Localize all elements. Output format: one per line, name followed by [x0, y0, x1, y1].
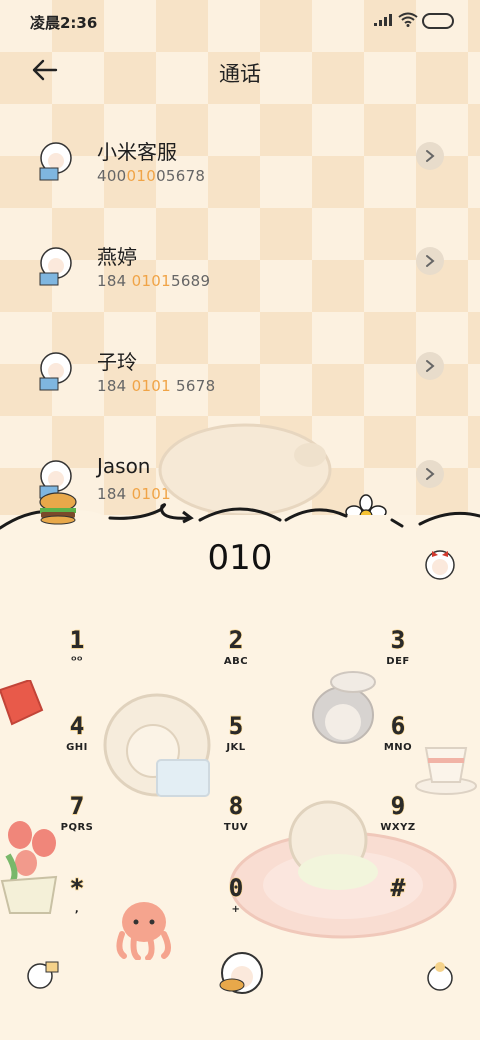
wifi-icon — [398, 12, 418, 27]
contact-name: 小米客服 — [97, 140, 177, 164]
contact-row[interactable]: 小米客服 40001005678 — [0, 140, 480, 220]
dial-key-digit: 3 — [390, 625, 406, 654]
dial-key-digit: 5 — [228, 711, 244, 740]
dial-key-letters: + — [231, 904, 241, 915]
number-match: 010 — [126, 167, 157, 185]
contact-name: Jason — [97, 454, 151, 478]
sheep-avatar-icon — [39, 247, 72, 286]
dial-key-digit: 8 — [228, 791, 244, 820]
dial-key-letters: DEF — [386, 656, 410, 667]
dial-key-letters: WXYZ — [380, 822, 416, 833]
number-match: 0101 — [131, 377, 171, 395]
number-prefix: 184 — [97, 272, 132, 290]
chevron-right-icon — [426, 150, 435, 162]
dial-input[interactable]: 010 — [0, 538, 480, 578]
dial-key-digit: 6 — [390, 711, 406, 740]
contact-number: 40001005678 — [97, 167, 205, 185]
dial-key-digit: 7 — [69, 791, 85, 820]
signal-icon — [374, 14, 392, 26]
dial-key[interactable]: 3 DEF — [353, 625, 443, 696]
contact-name: 子玲 — [97, 350, 137, 374]
dial-key-digit: 0 — [228, 873, 244, 902]
contact-row[interactable]: 燕婷 184 01015689 — [0, 245, 480, 325]
wavy-divider — [0, 492, 480, 540]
dial-key-digit: 9 — [390, 791, 406, 820]
dial-key-digit: 4 — [69, 711, 85, 740]
contact-number: 184 0101 5678 — [97, 377, 215, 395]
dial-key-letters: JKL — [226, 742, 246, 753]
dial-key[interactable]: # — [353, 873, 443, 944]
number-prefix: 400 — [97, 167, 127, 185]
dial-key-letters: GHI — [66, 742, 88, 753]
detail-button[interactable] — [416, 247, 444, 275]
chevron-right-icon — [426, 468, 435, 480]
number-suffix: 5689 — [170, 272, 211, 290]
dial-key[interactable]: 4 GHI — [32, 711, 122, 782]
call-sheep-button[interactable] — [210, 945, 274, 1001]
sheep-avatar-icon — [39, 352, 72, 391]
number-suffix: 05678 — [156, 167, 206, 185]
dial-key-digit: # — [390, 873, 406, 902]
contact-number: 184 01015689 — [97, 272, 210, 290]
status-time: 凌晨2:36 — [30, 14, 98, 32]
dial-key[interactable]: 9 WXYZ — [353, 791, 443, 862]
number-prefix: 184 — [97, 377, 132, 395]
dial-key-letters: ᴼᴼ — [71, 656, 83, 667]
burger-icon — [39, 492, 77, 525]
status-bar: 凌晨2:36 — [0, 0, 480, 44]
dial-key[interactable]: 1 ᴼᴼ — [32, 625, 122, 696]
dial-key-letters: MNO — [383, 742, 413, 753]
results-panel: 凌晨2:36 通话 小米客服 40001005678 燕婷 184 01015689 子… — [0, 0, 480, 515]
dial-key-letters: , — [74, 904, 80, 915]
dial-key[interactable]: 7 PQRS — [32, 791, 122, 862]
number-match: 0101 — [131, 272, 171, 290]
chevron-right-icon — [426, 360, 435, 372]
battery-icon — [422, 13, 454, 29]
delete-sheep-icon[interactable] — [423, 962, 457, 992]
contact-name: 燕婷 — [97, 245, 137, 269]
detail-button[interactable] — [416, 142, 444, 170]
dial-key[interactable]: 5 JKL — [191, 711, 281, 782]
chevron-right-icon — [426, 255, 435, 267]
dial-key[interactable]: 2 ABC — [191, 625, 281, 696]
dial-key[interactable]: 0 + — [191, 873, 281, 944]
dial-key-digit: * — [69, 873, 85, 902]
contacts-sheep-icon[interactable] — [24, 960, 60, 990]
sheep-avatar-icon — [39, 142, 72, 181]
dial-key-letters: TUV — [223, 822, 249, 833]
dial-key-letters: PQRS — [60, 822, 94, 833]
number-suffix: 5678 — [170, 377, 216, 395]
detail-button[interactable] — [416, 460, 444, 488]
dial-key[interactable]: *, — [32, 873, 122, 944]
dial-key[interactable]: 8 TUV — [191, 791, 281, 862]
dial-key[interactable]: 6 MNO — [353, 711, 443, 782]
sheep-avatar-icon — [425, 550, 455, 580]
detail-button[interactable] — [416, 352, 444, 380]
dial-key-digit: 1 — [69, 625, 85, 654]
dial-key-digit: 2 — [228, 625, 244, 654]
page-title: 通话 — [219, 62, 261, 86]
dial-key-letters: ABC — [223, 656, 249, 667]
